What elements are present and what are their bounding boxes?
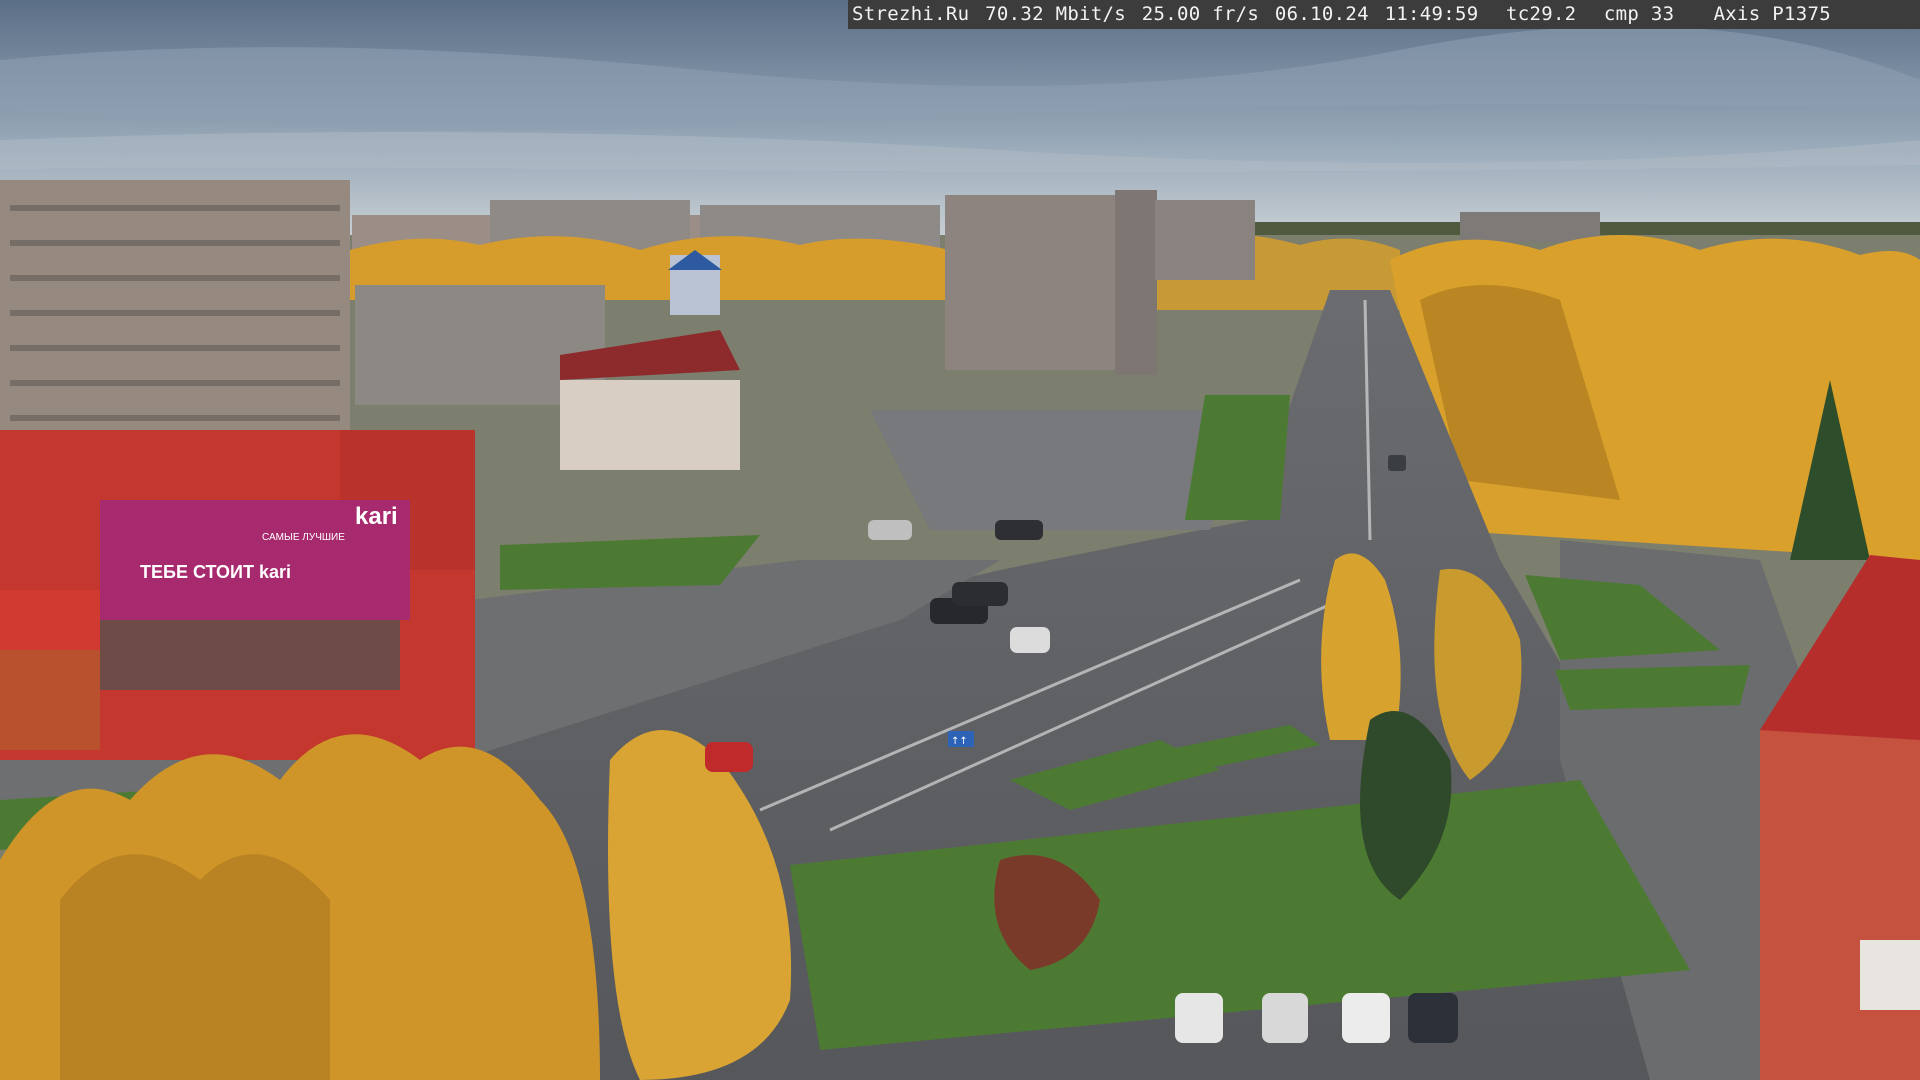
road-sign-text: ↑↑ bbox=[951, 736, 968, 747]
camera-overlay-bar: Strezhi.Ru 70.32 Mbit/s 25.00 fr/s 06.10… bbox=[848, 0, 1920, 29]
overlay-camera-model: Axis P1375 bbox=[1713, 3, 1831, 25]
overlay-date: 06.10.24 bbox=[1274, 3, 1369, 25]
overlay-site: Strezhi.Ru bbox=[852, 3, 970, 25]
overlay-cmp: cmp 33 bbox=[1603, 3, 1675, 25]
store-sign-text: ТЕБЕ СТОИТ kari bbox=[140, 562, 291, 582]
overlay-time: 11:49:59 bbox=[1384, 3, 1479, 25]
store-logo-text: kari bbox=[355, 503, 398, 530]
city-square-webcam-scene: kari ТЕБЕ СТОИТ kari САМЫЕ ЛУЧШИЕ ↑↑ bbox=[0, 0, 1920, 1080]
central-square bbox=[870, 410, 1240, 530]
overlay-bitrate: 70.32 Mbit/s bbox=[985, 3, 1127, 25]
overlay-tc: tc29.2 bbox=[1505, 3, 1577, 25]
overlay-framerate: 25.00 fr/s bbox=[1141, 3, 1260, 25]
store-subsign-text: САМЫЕ ЛУЧШИЕ bbox=[262, 532, 345, 543]
kari-store-building: kari ТЕБЕ СТОИТ kari САМЫЕ ЛУЧШИЕ bbox=[0, 430, 475, 760]
